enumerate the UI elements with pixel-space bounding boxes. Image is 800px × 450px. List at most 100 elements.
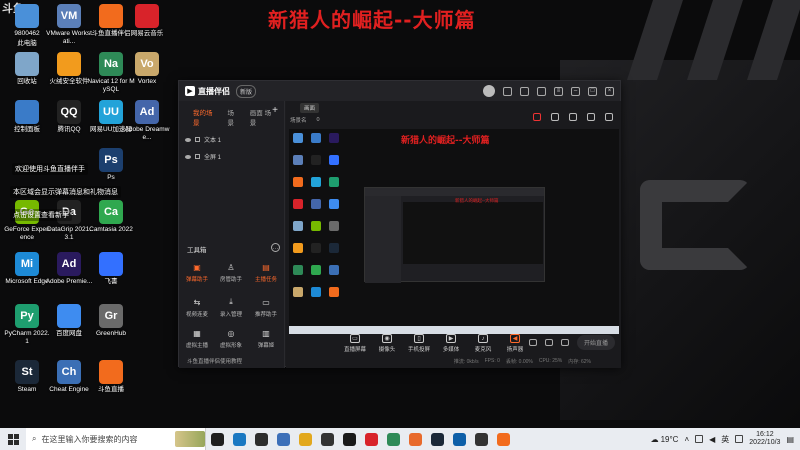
- minimize-button[interactable]: –: [571, 86, 580, 96]
- tool-video-link[interactable]: ⇆ 视频连麦: [182, 297, 212, 319]
- taskbar: ⌕ 在这里输入你要搜索的内容 ☁ 19°C ˄ ◀ 英 16:12 2022/1…: [0, 428, 800, 450]
- camera-button[interactable]: ◉ 摄像头: [376, 334, 398, 353]
- maximize-button[interactable]: □: [588, 86, 597, 96]
- record-video-icon[interactable]: [528, 339, 537, 346]
- screen-capture-button[interactable]: ▭ 直播屏幕: [344, 334, 366, 353]
- preview-desktop-icon: [293, 155, 303, 165]
- desktop-icon[interactable]: Gr GreenHub: [90, 304, 132, 362]
- tool-record-manage[interactable]: ⤓ 录入管理: [216, 297, 246, 318]
- record-icon[interactable]: [533, 113, 541, 121]
- user-avatar[interactable]: [483, 85, 495, 97]
- taskbar-app-icon[interactable]: [250, 428, 272, 450]
- desktop-icon-label: Cheat Engine: [49, 386, 89, 393]
- tab-scenes[interactable]: 场景: [228, 107, 240, 127]
- app-titlebar[interactable]: ▶ 直播伴侣 新版 ≡ – □ ×: [179, 81, 620, 101]
- notification-icon[interactable]: ▤: [786, 435, 794, 444]
- taskbar-app-icon[interactable]: [426, 428, 448, 450]
- clock-time: 16:12: [756, 431, 774, 438]
- volume-icon[interactable]: ◀: [709, 435, 715, 444]
- eye-icon[interactable]: [185, 137, 191, 142]
- desktop-icon[interactable]: Ad Adobe Dreamwe...: [125, 100, 169, 158]
- media-icon: ▶: [446, 334, 456, 343]
- taskbar-app-icon[interactable]: [206, 428, 228, 450]
- desktop-icon[interactable]: Ch Cheat Engine: [48, 360, 90, 418]
- lock-icon[interactable]: [551, 113, 559, 121]
- skin-icon[interactable]: [537, 86, 546, 96]
- taskbar-app-icon[interactable]: [470, 428, 492, 450]
- tool-anchor-task[interactable]: ▤ 主播任务: [251, 262, 281, 284]
- clock[interactable]: 16:12 2022/10/3: [749, 431, 780, 447]
- desktop-icon[interactable]: 控制面板: [6, 100, 48, 158]
- preview-tag[interactable]: 画面: [300, 102, 320, 113]
- taskbar-search[interactable]: ⌕ 在这里输入你要搜索的内容: [26, 428, 206, 450]
- eye-icon[interactable]: [185, 154, 191, 159]
- more-icon[interactable]: …: [271, 243, 280, 252]
- taskbar-app-icon[interactable]: [316, 428, 338, 450]
- taskbar-app-icon[interactable]: [272, 428, 294, 450]
- live-preview[interactable]: 新猎人的崛起--大师篇 新猎人的崛起--大师篇: [289, 129, 619, 334]
- start-live-button[interactable]: 开始直播: [576, 335, 615, 350]
- desktop-icon[interactable]: Ad Adobe Premie...: [46, 252, 92, 310]
- tutorial-link[interactable]: 斗鱼直播伴侣使用教程: [187, 357, 242, 365]
- lock-icon[interactable]: [195, 137, 200, 142]
- desktop-icon[interactable]: Ca Camtasia 2022: [89, 200, 133, 258]
- preview-desktop-icon: [329, 133, 339, 143]
- weather-widget[interactable]: ☁ 19°C: [651, 435, 679, 444]
- taskbar-app-icon[interactable]: [338, 428, 360, 450]
- ime-indicator[interactable]: 英: [721, 434, 729, 445]
- app-icon: [232, 432, 246, 446]
- close-button[interactable]: ×: [605, 86, 614, 96]
- tool-danmu-ji[interactable]: ▥ 弹幕姬: [251, 328, 281, 350]
- search-icon: ⌕: [32, 434, 37, 443]
- app-icon: [408, 432, 422, 446]
- signal-icon[interactable]: [544, 339, 553, 346]
- media-button[interactable]: ▶ 多媒体: [440, 334, 462, 353]
- speaker-button[interactable]: ◀ 扬声器: [504, 334, 526, 353]
- settings-icon[interactable]: [560, 339, 569, 346]
- preview-desktop-icon: [293, 199, 303, 209]
- tool-virtual-anchor[interactable]: ▦ 虚拟主播: [182, 328, 212, 350]
- premiere-icon: Ad: [57, 252, 81, 276]
- lock-icon[interactable]: [195, 154, 200, 159]
- scene-item[interactable]: 全屏 1: [179, 148, 284, 165]
- microphone-button[interactable]: ♪ 麦克风: [472, 334, 494, 353]
- desktop-icon[interactable]: 百度网盘: [48, 304, 90, 362]
- taskbar-app-icon[interactable]: [360, 428, 382, 450]
- desktop-icon[interactable]: 斗鱼直播: [90, 360, 132, 418]
- tool-virtual-image[interactable]: ◎ 虚拟形象: [216, 328, 246, 350]
- taskbar-app-icon[interactable]: [492, 428, 514, 450]
- scene-item[interactable]: 文本 1: [179, 131, 284, 148]
- tray-up-icon[interactable]: ˄: [684, 435, 689, 444]
- taskbar-app-icon[interactable]: [228, 428, 250, 450]
- desktop-icon[interactable]: St Steam: [6, 360, 48, 418]
- gift-icon[interactable]: [520, 86, 529, 96]
- taskbar-app-icon[interactable]: [294, 428, 316, 450]
- tool-danmu-assistant[interactable]: ▣ 弹幕助手: [182, 262, 212, 284]
- message-icon[interactable]: [503, 86, 512, 96]
- phone-cast-button[interactable]: ▯ 手机投屏: [408, 334, 430, 353]
- network-icon[interactable]: [695, 435, 704, 443]
- desktop-icon[interactable]: QQ 腾讯QQ: [48, 100, 90, 158]
- bell-icon[interactable]: [587, 113, 595, 121]
- tool-recommend[interactable]: ▭ 推荐助手: [251, 297, 281, 319]
- start-button[interactable]: [0, 428, 26, 450]
- taskbar-app-icon[interactable]: [448, 428, 470, 450]
- add-scene-icon[interactable]: +: [272, 105, 278, 116]
- status-item: 推流: 0kb/s: [453, 359, 479, 365]
- share-icon[interactable]: [605, 113, 613, 121]
- desktop-icon[interactable]: Py PyCharm 2022.1: [4, 304, 50, 362]
- preview-desktop-icon: [311, 133, 321, 143]
- app-sidebar: 我的场景 场景 画面 场景 + 文本 1 全屏 1 工具箱 … ▣ 弹幕助手 ♙…: [179, 101, 285, 368]
- preview-desktop-icon: [293, 287, 303, 297]
- tool-room-manager[interactable]: ♙ 房管助手: [216, 262, 246, 284]
- version-badge[interactable]: 新版: [236, 84, 257, 98]
- keyboard-icon[interactable]: [735, 435, 744, 443]
- tab-my-scenes[interactable]: 我的场景: [193, 107, 218, 127]
- taskbar-app-icon[interactable]: [404, 428, 426, 450]
- desktop-icon[interactable]: Mi Microsoft Edge: [5, 252, 49, 310]
- taskbar-app-icon[interactable]: [382, 428, 404, 450]
- screenshot-icon[interactable]: [569, 113, 577, 121]
- desktop-icon[interactable]: 飞書: [90, 252, 132, 310]
- monitor-icon: ▭: [350, 334, 360, 343]
- menu-icon[interactable]: ≡: [554, 86, 563, 96]
